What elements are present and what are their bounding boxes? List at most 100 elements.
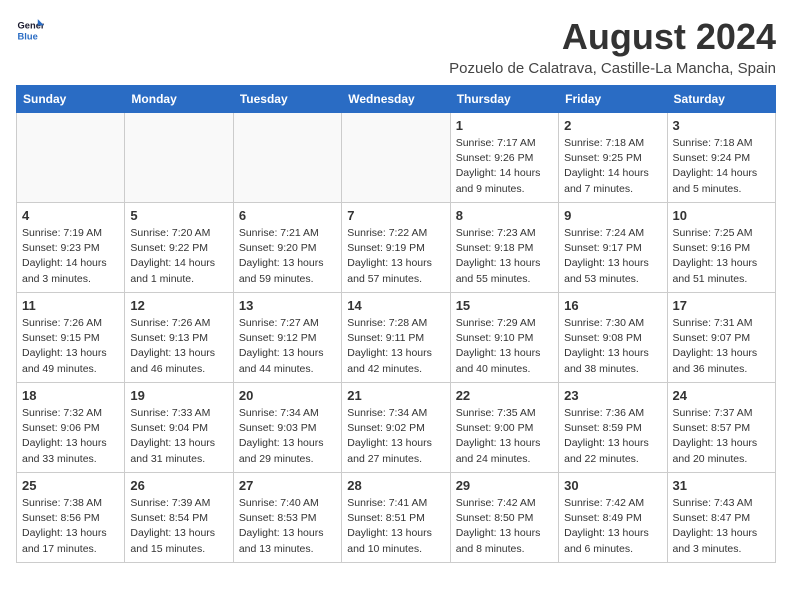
weekday-header-monday: Monday xyxy=(125,86,233,113)
day-detail: Sunrise: 7:39 AM Sunset: 8:54 PM Dayligh… xyxy=(130,496,227,557)
day-detail: Sunrise: 7:35 AM Sunset: 9:00 PM Dayligh… xyxy=(456,406,553,467)
svg-text:Blue: Blue xyxy=(18,31,38,41)
week-row-2: 4 Sunrise: 7:19 AM Sunset: 9:23 PM Daylig… xyxy=(17,203,776,293)
day-detail: Sunrise: 7:34 AM Sunset: 9:03 PM Dayligh… xyxy=(239,406,336,467)
calendar-cell xyxy=(17,113,125,203)
weekday-header-friday: Friday xyxy=(559,86,667,113)
calendar-cell: 8Sunrise: 7:23 AM Sunset: 9:18 PM Daylig… xyxy=(450,203,558,293)
day-number: 1 xyxy=(456,118,553,133)
day-detail: Sunrise: 7:18 AM Sunset: 9:24 PM Dayligh… xyxy=(673,136,770,197)
day-detail: Sunrise: 7:27 AM Sunset: 9:12 PM Dayligh… xyxy=(239,316,336,377)
day-detail: Sunrise: 7:34 AM Sunset: 9:02 PM Dayligh… xyxy=(347,406,444,467)
calendar-cell: 1 Sunrise: 7:17 AM Sunset: 9:26 PM Daylig… xyxy=(450,113,558,203)
day-detail: Sunrise: 7:20 AM Sunset: 9:22 PM Dayligh… xyxy=(130,226,227,287)
day-number: 12 xyxy=(130,298,227,313)
calendar-cell xyxy=(342,113,450,203)
calendar-cell: 11 Sunrise: 7:26 AM Sunset: 9:15 PM Dayli… xyxy=(17,293,125,383)
day-number: 14 xyxy=(347,298,444,313)
day-number: 31 xyxy=(673,478,770,493)
weekday-header-saturday: Saturday xyxy=(667,86,775,113)
calendar-cell: 17 Sunrise: 7:31 AM Sunset: 9:07 PM Dayli… xyxy=(667,293,775,383)
day-number: 28 xyxy=(347,478,444,493)
calendar-cell: 5Sunrise: 7:20 AM Sunset: 9:22 PM Daylig… xyxy=(125,203,233,293)
calendar-cell xyxy=(125,113,233,203)
calendar-cell: 29 Sunrise: 7:42 AM Sunset: 8:50 PM Dayli… xyxy=(450,473,558,563)
day-detail: Sunrise: 7:22 AM Sunset: 9:19 PM Dayligh… xyxy=(347,226,444,287)
calendar-table: SundayMondayTuesdayWednesdayThursdayFrid… xyxy=(16,85,776,563)
calendar-subtitle: Pozuelo de Calatrava, Castille-La Mancha… xyxy=(449,60,776,77)
calendar-cell: 10 Sunrise: 7:25 AM Sunset: 9:16 PM Dayli… xyxy=(667,203,775,293)
calendar-cell: 12 Sunrise: 7:26 AM Sunset: 9:13 PM Dayli… xyxy=(125,293,233,383)
day-detail: Sunrise: 7:28 AM Sunset: 9:11 PM Dayligh… xyxy=(347,316,444,377)
day-number: 29 xyxy=(456,478,553,493)
day-detail: Sunrise: 7:29 AM Sunset: 9:10 PM Dayligh… xyxy=(456,316,553,377)
calendar-cell: 26Sunrise: 7:39 AM Sunset: 8:54 PM Dayli… xyxy=(125,473,233,563)
day-number: 15 xyxy=(456,298,553,313)
day-detail: Sunrise: 7:24 AM Sunset: 9:17 PM Dayligh… xyxy=(564,226,661,287)
day-detail: Sunrise: 7:38 AM Sunset: 8:56 PM Dayligh… xyxy=(22,496,119,557)
day-detail: Sunrise: 7:43 AM Sunset: 8:47 PM Dayligh… xyxy=(673,496,770,557)
day-detail: Sunrise: 7:18 AM Sunset: 9:25 PM Dayligh… xyxy=(564,136,661,197)
day-number: 16 xyxy=(564,298,661,313)
day-detail: Sunrise: 7:26 AM Sunset: 9:15 PM Dayligh… xyxy=(22,316,119,377)
day-detail: Sunrise: 7:23 AM Sunset: 9:18 PM Dayligh… xyxy=(456,226,553,287)
day-detail: Sunrise: 7:40 AM Sunset: 8:53 PM Dayligh… xyxy=(239,496,336,557)
day-number: 4 xyxy=(22,208,119,223)
calendar-cell: 21 Sunrise: 7:34 AM Sunset: 9:02 PM Dayli… xyxy=(342,383,450,473)
calendar-cell: 13Sunrise: 7:27 AM Sunset: 9:12 PM Dayli… xyxy=(233,293,341,383)
day-detail: Sunrise: 7:42 AM Sunset: 8:50 PM Dayligh… xyxy=(456,496,553,557)
day-detail: Sunrise: 7:26 AM Sunset: 9:13 PM Dayligh… xyxy=(130,316,227,377)
calendar-cell: 6Sunrise: 7:21 AM Sunset: 9:20 PM Daylig… xyxy=(233,203,341,293)
logo-icon: General Blue xyxy=(16,16,44,44)
week-row-4: 18Sunrise: 7:32 AM Sunset: 9:06 PM Dayli… xyxy=(17,383,776,473)
calendar-cell: 14 Sunrise: 7:28 AM Sunset: 9:11 PM Dayli… xyxy=(342,293,450,383)
day-number: 7 xyxy=(347,208,444,223)
week-row-1: 1 Sunrise: 7:17 AM Sunset: 9:26 PM Daylig… xyxy=(17,113,776,203)
weekday-header-sunday: Sunday xyxy=(17,86,125,113)
week-row-3: 11 Sunrise: 7:26 AM Sunset: 9:15 PM Dayli… xyxy=(17,293,776,383)
day-number: 20 xyxy=(239,388,336,403)
day-detail: Sunrise: 7:33 AM Sunset: 9:04 PM Dayligh… xyxy=(130,406,227,467)
week-row-5: 25 Sunrise: 7:38 AM Sunset: 8:56 PM Dayli… xyxy=(17,473,776,563)
day-number: 9 xyxy=(564,208,661,223)
calendar-cell: 3 Sunrise: 7:18 AM Sunset: 9:24 PM Daylig… xyxy=(667,113,775,203)
calendar-cell: 4 Sunrise: 7:19 AM Sunset: 9:23 PM Daylig… xyxy=(17,203,125,293)
calendar-cell: 27 Sunrise: 7:40 AM Sunset: 8:53 PM Dayli… xyxy=(233,473,341,563)
day-number: 21 xyxy=(347,388,444,403)
day-number: 30 xyxy=(564,478,661,493)
day-detail: Sunrise: 7:37 AM Sunset: 8:57 PM Dayligh… xyxy=(673,406,770,467)
day-detail: Sunrise: 7:25 AM Sunset: 9:16 PM Dayligh… xyxy=(673,226,770,287)
day-number: 17 xyxy=(673,298,770,313)
calendar-cell: 31 Sunrise: 7:43 AM Sunset: 8:47 PM Dayli… xyxy=(667,473,775,563)
calendar-cell xyxy=(233,113,341,203)
calendar-title: August 2024 xyxy=(449,16,776,58)
day-detail: Sunrise: 7:31 AM Sunset: 9:07 PM Dayligh… xyxy=(673,316,770,377)
calendar-cell: 9 Sunrise: 7:24 AM Sunset: 9:17 PM Daylig… xyxy=(559,203,667,293)
day-number: 23 xyxy=(564,388,661,403)
weekday-header-tuesday: Tuesday xyxy=(233,86,341,113)
calendar-cell: 24 Sunrise: 7:37 AM Sunset: 8:57 PM Dayli… xyxy=(667,383,775,473)
day-detail: Sunrise: 7:17 AM Sunset: 9:26 PM Dayligh… xyxy=(456,136,553,197)
day-detail: Sunrise: 7:21 AM Sunset: 9:20 PM Dayligh… xyxy=(239,226,336,287)
day-number: 10 xyxy=(673,208,770,223)
day-detail: Sunrise: 7:30 AM Sunset: 9:08 PM Dayligh… xyxy=(564,316,661,377)
calendar-cell: 7 Sunrise: 7:22 AM Sunset: 9:19 PM Daylig… xyxy=(342,203,450,293)
day-detail: Sunrise: 7:42 AM Sunset: 8:49 PM Dayligh… xyxy=(564,496,661,557)
calendar-cell: 23 Sunrise: 7:36 AM Sunset: 8:59 PM Dayli… xyxy=(559,383,667,473)
day-detail: Sunrise: 7:36 AM Sunset: 8:59 PM Dayligh… xyxy=(564,406,661,467)
day-number: 25 xyxy=(22,478,119,493)
calendar-cell: 28Sunrise: 7:41 AM Sunset: 8:51 PM Dayli… xyxy=(342,473,450,563)
weekday-header-thursday: Thursday xyxy=(450,86,558,113)
day-number: 24 xyxy=(673,388,770,403)
day-number: 19 xyxy=(130,388,227,403)
day-detail: Sunrise: 7:19 AM Sunset: 9:23 PM Dayligh… xyxy=(22,226,119,287)
weekday-header-wednesday: Wednesday xyxy=(342,86,450,113)
calendar-cell: 30 Sunrise: 7:42 AM Sunset: 8:49 PM Dayli… xyxy=(559,473,667,563)
day-number: 11 xyxy=(22,298,119,313)
calendar-cell: 25 Sunrise: 7:38 AM Sunset: 8:56 PM Dayli… xyxy=(17,473,125,563)
calendar-cell: 16 Sunrise: 7:30 AM Sunset: 9:08 PM Dayli… xyxy=(559,293,667,383)
calendar-cell: 15 Sunrise: 7:29 AM Sunset: 9:10 PM Dayli… xyxy=(450,293,558,383)
day-number: 3 xyxy=(673,118,770,133)
day-number: 27 xyxy=(239,478,336,493)
day-number: 18 xyxy=(22,388,119,403)
